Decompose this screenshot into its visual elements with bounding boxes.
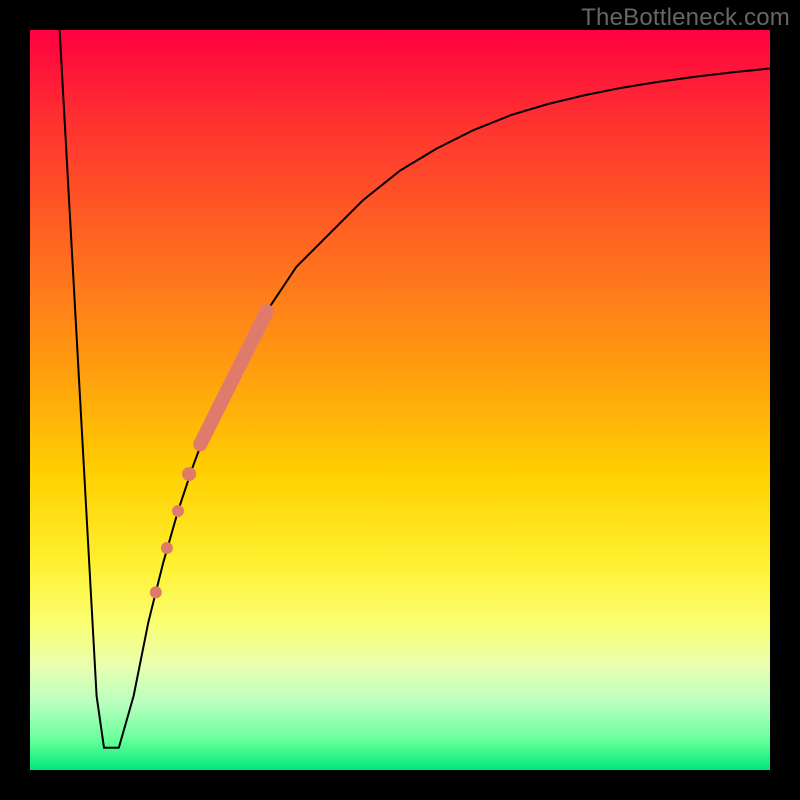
- watermark-label: TheBottleneck.com: [581, 4, 790, 32]
- marker-dot-2: [172, 505, 184, 517]
- chart-frame: TheBottleneck.com: [0, 0, 800, 800]
- series-curve: [60, 30, 770, 748]
- marker-dot-4: [150, 586, 162, 598]
- marker-dot-3: [161, 542, 173, 554]
- marker-thick-segment: [200, 311, 267, 444]
- marker-dot-1: [182, 467, 196, 481]
- curve-svg: [30, 30, 770, 770]
- plot-area: [30, 30, 770, 770]
